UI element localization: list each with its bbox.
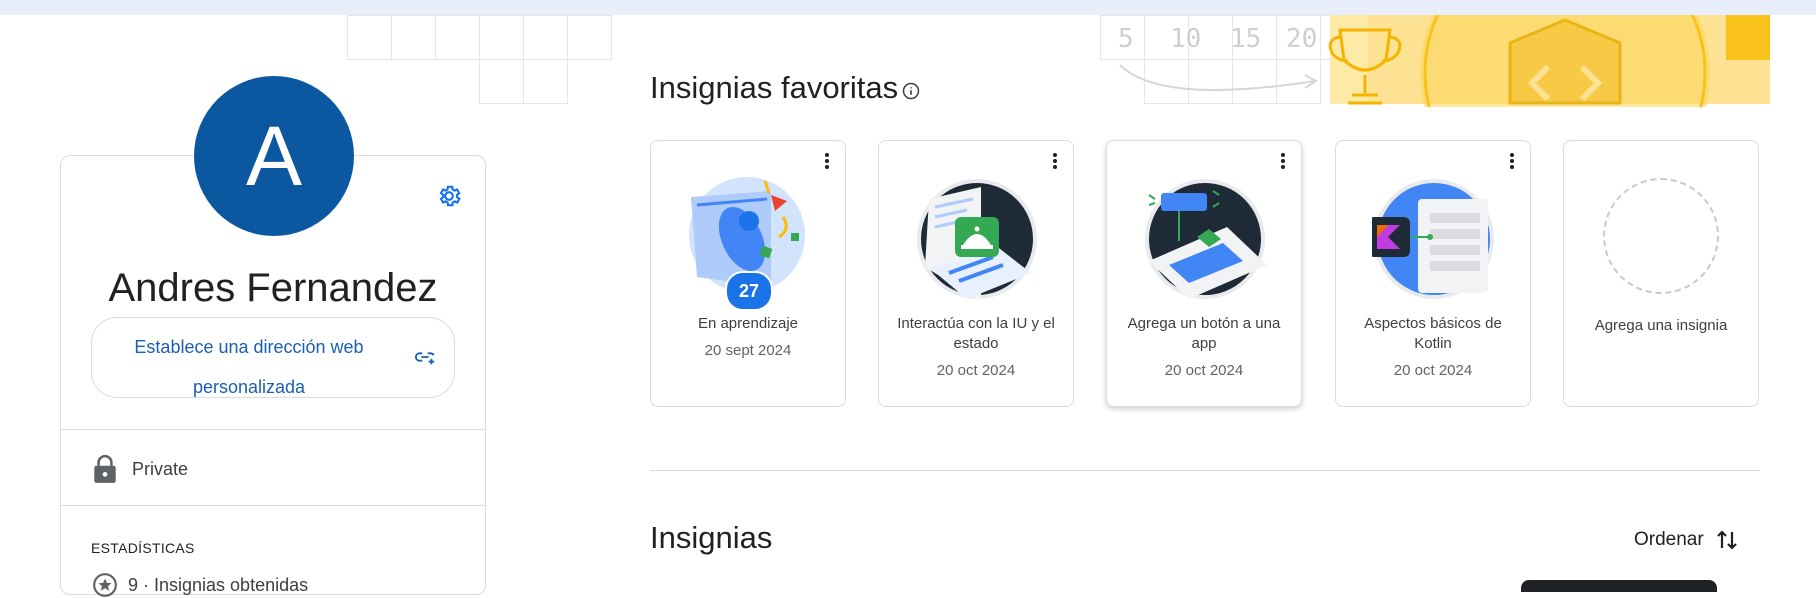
avatar[interactable]: A	[194, 76, 354, 236]
badge-card[interactable]: Agrega un botón a una app 20 oct 2024	[1106, 140, 1302, 407]
badge-title: En aprendizaje	[697, 315, 799, 332]
top-strip	[0, 0, 1816, 15]
badge-add-button-art	[1145, 179, 1267, 299]
stats-badges-earned: 9 · Insignias obtenidas	[128, 574, 309, 595]
favorites-title: Insignias favoritas	[650, 70, 899, 105]
privacy-row: Private	[92, 454, 188, 484]
badge-date: 20 oct 2024	[1393, 362, 1473, 379]
swap-vert-icon	[1716, 530, 1737, 550]
badge-ui-state-art	[917, 179, 1037, 301]
divider	[60, 505, 486, 506]
add-badge-card[interactable]: Agrega una insignia	[1563, 140, 1759, 407]
more-vert-icon	[1281, 153, 1285, 169]
decorative-banner: 5 10 15 20	[1100, 15, 1770, 107]
settings-button[interactable]	[431, 178, 467, 214]
decorative-grid	[347, 15, 612, 104]
badge-title: Aspectos básicos de Kotlin	[1364, 315, 1502, 352]
badge-date: 20 oct 2024	[936, 362, 1016, 379]
more-options-button[interactable]	[819, 151, 835, 171]
badges-title: Insignias	[650, 520, 773, 555]
add-badge-label: Agrega una insignia	[1594, 317, 1728, 334]
sort-button[interactable]: Ordenar	[1634, 528, 1738, 552]
badge-card[interactable]: Aspectos básicos de Kotlin 20 oct 2024	[1335, 140, 1531, 407]
privacy-label: Private	[132, 458, 189, 479]
badge-title: Interactúa con la IU y el estado	[897, 315, 1055, 352]
more-options-button[interactable]	[1047, 151, 1063, 171]
section-divider	[650, 470, 1760, 471]
badge-title: Agrega un botón a una app	[1127, 315, 1281, 352]
banner-number: 15	[1230, 24, 1261, 54]
banner-number: 10	[1170, 24, 1201, 54]
badge-card[interactable]: Interactúa con la IU y el estado 20 oct …	[878, 140, 1074, 407]
lock-icon	[94, 454, 116, 483]
profile-name: Andres Fernandez	[108, 266, 438, 310]
stats-row: 9 · Insignias obtenidas	[92, 572, 308, 598]
badge-kotlin-art	[1372, 179, 1494, 299]
banner-number: 20	[1286, 24, 1317, 54]
badge-date: 20 oct 2024	[1164, 362, 1244, 379]
avatar-letter: A	[245, 108, 303, 203]
more-options-button[interactable]	[1504, 151, 1520, 171]
empty-badge-placeholder	[1603, 178, 1719, 294]
more-vert-icon	[825, 153, 829, 169]
more-options-button[interactable]	[1275, 151, 1291, 171]
add-link-icon	[414, 352, 435, 365]
badge-date: 20 sept 2024	[704, 342, 792, 359]
more-vert-icon	[1053, 153, 1057, 169]
stats-heading: ESTADÍSTICAS	[91, 540, 195, 556]
custom-url-button[interactable]: Establece una dirección web personalizad…	[91, 317, 455, 398]
badge-star-icon	[93, 573, 117, 597]
info-icon[interactable]	[902, 82, 920, 100]
badge-count: 27	[725, 271, 773, 311]
more-vert-icon	[1510, 153, 1514, 169]
divider	[60, 429, 486, 430]
gear-icon	[439, 185, 461, 207]
banner-number: 5	[1118, 24, 1134, 54]
custom-url-label: Establece una dirección web personalizad…	[134, 337, 364, 397]
badge-card[interactable]: 27 En aprendizaje 20 sept 2024	[650, 140, 846, 407]
sort-label: Ordenar	[1634, 529, 1704, 550]
floating-panel-edge	[1521, 580, 1717, 592]
